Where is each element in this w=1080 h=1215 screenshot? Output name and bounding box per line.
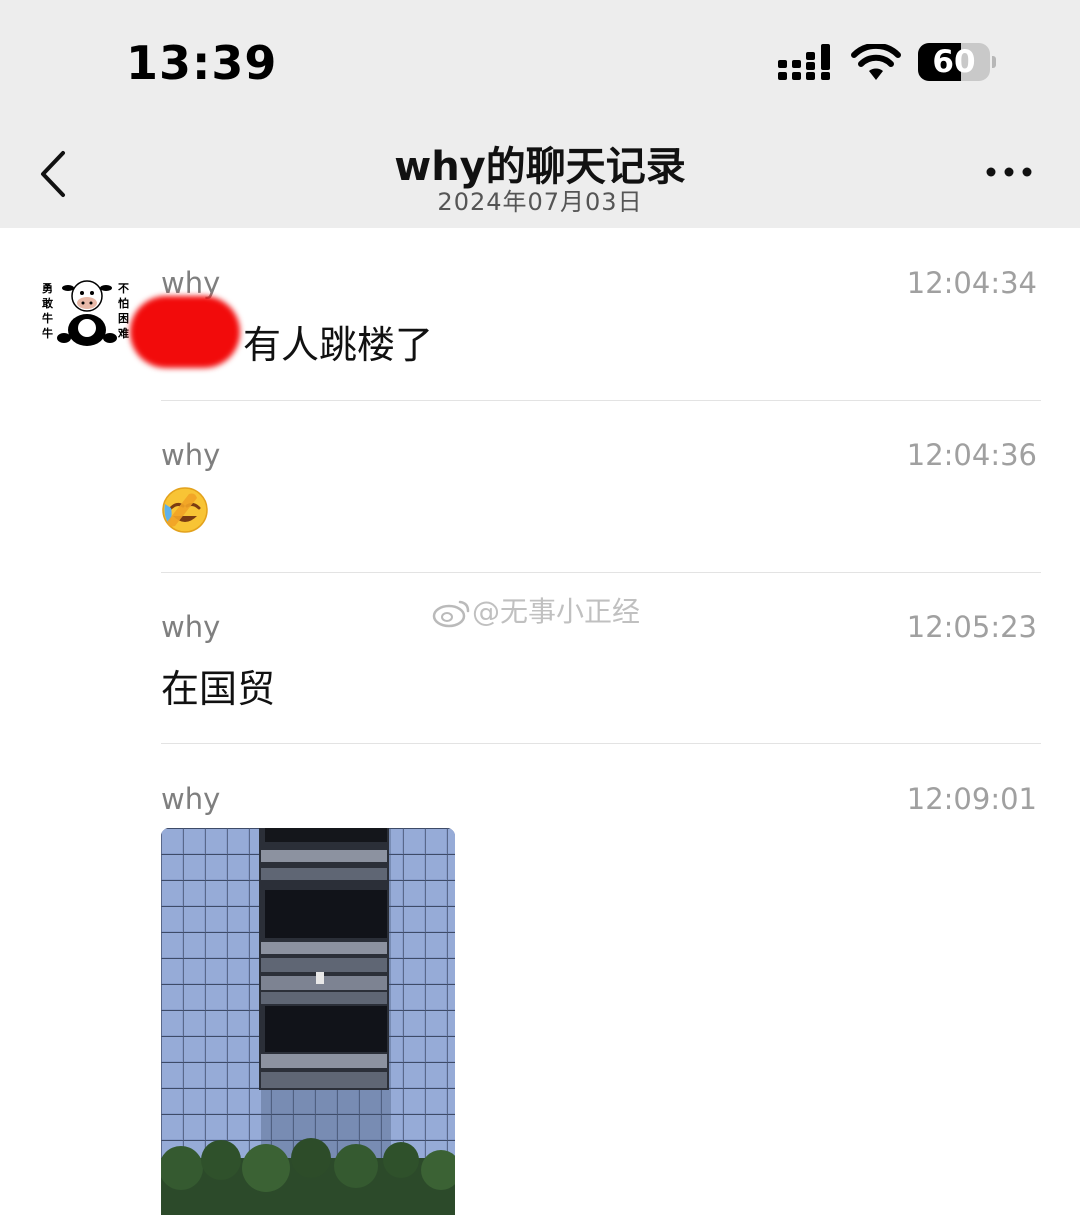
- message-timestamp: 12:05:23: [906, 610, 1037, 644]
- svg-text:牛: 牛: [42, 326, 53, 340]
- wifi-icon: [851, 44, 901, 80]
- message-timestamp: 12:04:34: [906, 266, 1037, 300]
- chat-message: why 12:09:01: [161, 782, 1041, 822]
- message-sender: why: [161, 782, 221, 816]
- avatar-slogan-right: 不: [118, 282, 129, 295]
- chat-message: why 12:04:34 有人跳楼了: [161, 266, 1041, 386]
- chat-message: why 12:04:36: [161, 438, 1041, 558]
- page-subtitle-date: 2024年07月03日: [437, 188, 643, 216]
- panda-cow-sticker-icon: 勇 敢 牛 牛 不 怕 困 难: [42, 280, 129, 346]
- message-timestamp: 12:09:01: [906, 782, 1037, 816]
- building-facade-image: [161, 828, 455, 1215]
- message-divider: [161, 743, 1041, 744]
- message-sender: why: [161, 610, 221, 644]
- message-sender: why: [161, 266, 221, 300]
- battery-level-text: 60: [932, 44, 976, 80]
- battery-nub: [992, 56, 996, 68]
- message-text[interactable]: 在国贸: [161, 658, 275, 713]
- message-divider: [161, 572, 1041, 573]
- avatar-slogan-left: 勇: [42, 282, 53, 295]
- more-options-icon[interactable]: [985, 162, 1035, 182]
- cellular-signal-icon: [778, 44, 830, 80]
- svg-text:敢: 敢: [42, 296, 54, 310]
- status-time: 13:39: [126, 36, 278, 90]
- sender-avatar[interactable]: 勇 敢 牛 牛 不 怕 困 难: [38, 276, 134, 350]
- top-bar: 13:39 60 why的聊天记录 2024年07月03日: [0, 0, 1080, 228]
- svg-text:难: 难: [117, 326, 129, 340]
- chat-message: why 12:05:23 在国贸: [161, 610, 1041, 730]
- message-text[interactable]: 有人跳楼了: [243, 314, 433, 369]
- message-image-building-photo[interactable]: [161, 828, 455, 1215]
- red-redaction-scribble: [130, 296, 240, 368]
- message-timestamp: 12:04:36: [906, 438, 1037, 472]
- message-sender: why: [161, 438, 221, 472]
- svg-text:牛: 牛: [42, 311, 53, 325]
- svg-text:怕: 怕: [118, 296, 129, 310]
- face-with-tears-of-joy-icon[interactable]: [161, 486, 209, 534]
- message-divider: [161, 400, 1041, 401]
- battery-indicator: 60: [918, 43, 996, 83]
- svg-text:困: 困: [118, 312, 129, 325]
